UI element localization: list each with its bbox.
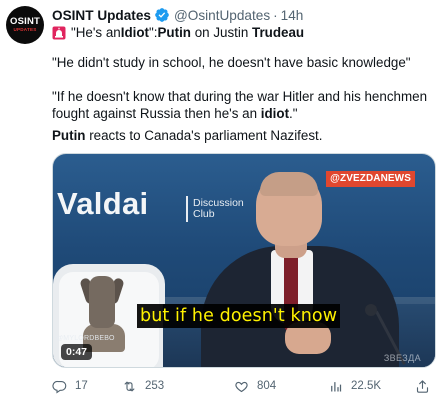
text-on-justin: on Justin (190, 25, 253, 40)
tweet-timestamp[interactable]: 14h (281, 8, 304, 23)
views-icon (331, 381, 342, 391)
header-separator: · (273, 7, 278, 23)
tweet-text-line1: "He's an Idiot ": Putin on Justin Trudea… (52, 24, 437, 41)
bold-putin-2: Putin (52, 128, 86, 143)
reply-icon (52, 380, 67, 394)
watermark-right: ЗВЕЗДА (383, 353, 421, 363)
quote-close: ": (149, 25, 158, 40)
share-button[interactable] (415, 376, 430, 396)
avatar-line1: OSINT (9, 16, 41, 27)
reply-count: 17 (75, 380, 88, 392)
video-player[interactable]: Valdai Discussion Club @ZVEZDANEWS but i… (52, 153, 436, 368)
avatar-line2: UPDATES (13, 27, 37, 32)
bold-trudeau: Trudeau (252, 25, 305, 40)
avatar[interactable]: OSINT UPDATES (6, 6, 44, 44)
quote-open: "He's an (71, 25, 121, 40)
video-subtitle: but if he doesn't know (137, 304, 341, 328)
dog-head (89, 276, 115, 328)
valdai-logo-text: Valdai (57, 186, 149, 221)
action-bar: 17 253 804 22.5K (52, 376, 436, 396)
tweet-text-para2: "He didn't study in school, he doesn't h… (52, 55, 411, 70)
like-button[interactable]: 804 (234, 376, 276, 396)
bold-putin: Putin (157, 25, 191, 40)
para3-text: "If he doesn't know that during the war … (52, 89, 428, 121)
tweet-text-para4: Putin reacts to Canada's parliament Nazi… (52, 127, 437, 144)
retweet-count: 253 (145, 380, 165, 392)
watermark-left: @MYLORDBEBO (56, 335, 115, 342)
bold-idiot: Idiot (120, 25, 150, 40)
speaker-hair (260, 172, 318, 196)
para4-text: reacts to Canada's parliament Nazifest. (85, 128, 323, 143)
like-count: 804 (257, 380, 277, 392)
tweet-header: OSINT Updates @OsintUpdates · 14h (52, 6, 303, 24)
author-name[interactable]: OSINT Updates (52, 8, 151, 23)
tweet[interactable]: OSINT UPDATES OSINT Updates @OsintUpdate… (0, 0, 444, 401)
verified-badge-icon (154, 7, 170, 23)
bold-idiot-2: idiot (260, 106, 290, 121)
views-button[interactable]: 22.5K (328, 376, 381, 396)
valdai-logo-divider (186, 196, 188, 222)
author-handle[interactable]: @OsintUpdates (174, 8, 270, 23)
channel-tag: @ZVEZDANEWS (326, 171, 415, 187)
microphone-icon (365, 304, 377, 316)
like-icon (235, 381, 248, 392)
reply-button[interactable]: 17 (52, 376, 88, 396)
share-icon (416, 379, 429, 393)
para3-end: ." (289, 106, 298, 121)
video-duration: 0:47 (61, 344, 93, 360)
siren-icon (52, 26, 66, 40)
club-line2: Club (193, 208, 215, 220)
views-count: 22.5K (351, 380, 382, 392)
retweet-button[interactable]: 253 (122, 376, 164, 396)
retweet-icon (124, 381, 135, 391)
discussion-club-text: Discussion Club (193, 198, 244, 220)
tweet-text-para3: "If he doesn't know that during the war … (52, 88, 437, 122)
